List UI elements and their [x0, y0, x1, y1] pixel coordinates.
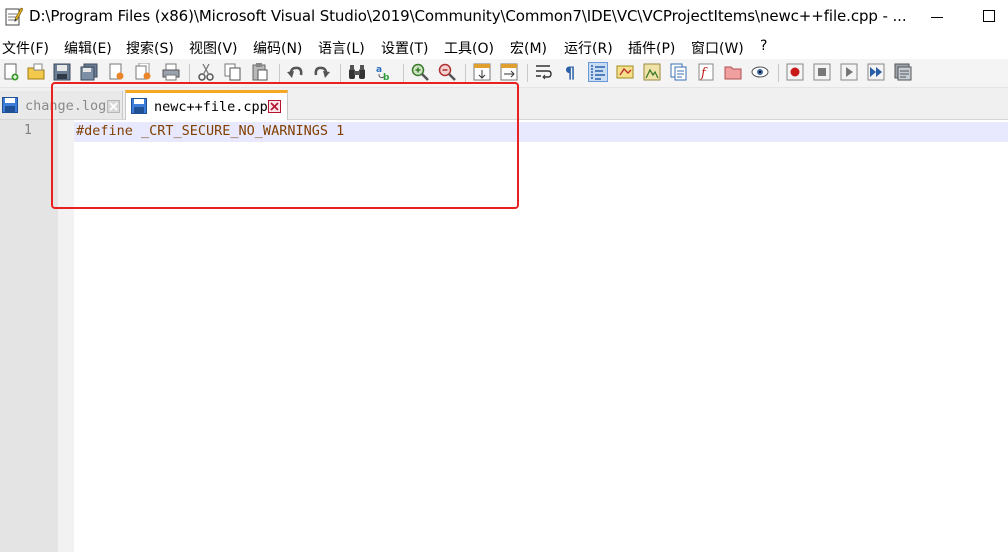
show-all-chars-icon[interactable]: ¶	[562, 63, 580, 81]
svg-text:b: b	[383, 73, 390, 81]
menu-edit[interactable]: 编辑(E)	[64, 38, 112, 58]
menu-search[interactable]: 搜索(S)	[126, 38, 174, 58]
menu-window[interactable]: 窗口(W)	[691, 38, 744, 58]
toolbar-separator	[189, 64, 190, 82]
find-icon[interactable]	[348, 63, 366, 81]
menu-view[interactable]: 视图(V)	[189, 38, 238, 58]
maximize-button[interactable]	[976, 6, 1002, 28]
new-file-icon[interactable]	[3, 63, 21, 81]
macro-play-multiple-icon[interactable]	[867, 63, 885, 81]
folder-workspace-icon[interactable]	[724, 63, 742, 81]
window-title: D:\Program Files (x86)\Microsoft Visual …	[29, 7, 907, 25]
close-file-icon[interactable]	[108, 63, 126, 81]
toolbar-separator	[340, 64, 341, 82]
indent-guide-icon[interactable]	[588, 62, 608, 82]
toolbar-separator	[778, 64, 779, 82]
zoom-out-icon[interactable]	[438, 63, 456, 81]
menu-encoding[interactable]: 编码(N)	[253, 38, 302, 58]
macro-play-icon[interactable]	[840, 63, 858, 81]
zoom-in-icon[interactable]	[411, 63, 429, 81]
menu-macro[interactable]: 宏(M)	[510, 38, 547, 58]
svg-text:a: a	[376, 65, 382, 75]
menu-settings[interactable]: 设置(T)	[381, 38, 428, 58]
menu-bar: 文件(F) 编辑(E) 搜索(S) 视图(V) 编码(N) 语言(L) 设置(T…	[0, 36, 1008, 58]
menu-tools[interactable]: 工具(O)	[444, 38, 494, 58]
menu-plugins[interactable]: 插件(P)	[628, 38, 675, 58]
annotation-highlight-box	[51, 82, 519, 209]
monitoring-eye-icon[interactable]	[751, 63, 769, 81]
line-number-gutter: 1	[0, 120, 58, 552]
menu-help[interactable]: ?	[760, 38, 767, 54]
menu-language[interactable]: 语言(L)	[318, 38, 365, 58]
copy-icon[interactable]	[224, 63, 242, 81]
save-icon[interactable]	[53, 63, 71, 81]
saved-file-icon	[2, 97, 18, 113]
toolbar-separator	[279, 64, 280, 82]
redo-icon[interactable]	[313, 63, 331, 81]
function-list-icon[interactable]: f	[697, 63, 715, 81]
print-icon[interactable]	[162, 63, 180, 81]
macro-record-icon[interactable]	[786, 63, 804, 81]
macro-save-icon[interactable]	[894, 63, 912, 81]
undo-icon[interactable]	[286, 63, 304, 81]
toolbar-separator	[403, 64, 404, 82]
title-bar: D:\Program Files (x86)\Microsoft Visual …	[0, 0, 1008, 34]
toolbar-separator	[527, 64, 528, 82]
cut-icon[interactable]	[197, 63, 215, 81]
close-all-icon[interactable]	[135, 63, 153, 81]
word-wrap-icon[interactable]	[535, 63, 553, 81]
minimize-button[interactable]	[925, 6, 951, 28]
toolbar-separator	[465, 64, 466, 82]
replace-icon[interactable]: ab	[375, 63, 393, 81]
sync-vertical-icon[interactable]	[473, 63, 491, 81]
open-file-icon[interactable]	[27, 63, 45, 81]
doc-map-icon[interactable]	[643, 63, 661, 81]
doc-list-icon[interactable]	[670, 63, 688, 81]
define-language-icon[interactable]	[616, 63, 634, 81]
save-all-icon[interactable]	[80, 63, 98, 81]
menu-file[interactable]: 文件(F)	[2, 38, 49, 58]
menu-run[interactable]: 运行(R)	[564, 38, 613, 58]
paste-icon[interactable]	[251, 63, 269, 81]
line-number: 1	[24, 123, 32, 138]
notepad-app-icon	[5, 7, 23, 26]
macro-stop-icon[interactable]	[813, 63, 831, 81]
sync-horizontal-icon[interactable]	[500, 63, 518, 81]
svg-text:¶: ¶	[565, 63, 575, 81]
